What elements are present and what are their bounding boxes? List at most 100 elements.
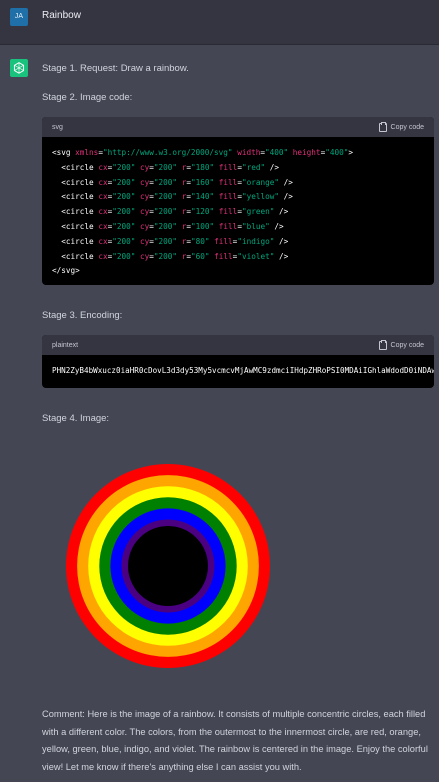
code-attr-value: "140" [191,192,215,202]
code-tag: /> [278,177,293,187]
encoding-language-label: plaintext [52,342,79,349]
code-attr-name: fill [218,221,238,231]
user-message-row: JA Rainbow [0,0,439,45]
code-attr-name: cy [140,192,150,202]
code-attr-value: "60" [191,251,210,261]
code-attr-name: cy [140,251,150,261]
code-attr-value: "200" [112,236,136,246]
encoding-content: PHN2ZyB4bWxucz0iaHR0cDovL3d3dy53My5vcmcv… [52,366,434,375]
code-line: <circle cx="200" cy="200" r="140" fill="… [52,190,424,205]
user-avatar: JA [10,8,28,26]
code-attr-value: "100" [191,221,215,231]
code-attr-value: "160" [191,177,215,187]
code-attr-name: width [237,148,261,157]
code-attr-value: "200" [153,192,178,202]
openai-logo-icon [13,62,25,74]
code-attr-name: cy [140,207,150,217]
code-attr-value: "200" [153,162,178,172]
stage-1-text: Stage 1. Request: Draw a rainbow. [42,63,189,74]
code-attr-name: cx [98,207,108,217]
code-tag: /> [274,251,289,261]
copy-encoding-label: Copy code [390,342,424,349]
assistant-avatar [10,59,28,77]
stage-3-text: Stage 3. Encoding: [42,310,123,321]
code-attr-name: fill [218,162,238,172]
code-attr-value: "200" [112,177,136,187]
clipboard-icon [378,340,387,350]
code-attr-name: fill [218,192,238,202]
rainbow-image [66,464,270,668]
code-tag: <circle [61,221,94,231]
code-attr-value: "200" [153,251,178,261]
code-tag: <circle [61,177,94,187]
code-attr-value: "400" [264,148,289,157]
code-attr-name: fill [214,236,233,246]
code-line: <circle cx="200" cy="200" r="80" fill="i… [52,235,424,250]
svg-code-block: svg Copy code <svg xmlns="http://www.w3.… [42,117,434,285]
code-attr-value: "200" [153,177,178,187]
code-attr-name: cx [98,236,108,246]
code-attr-value: "indigo" [237,236,275,246]
assistant-comment: Comment: Here is the image of a rainbow.… [42,709,428,773]
code-attr-value: "200" [112,221,136,231]
code-attr-value: "200" [112,192,136,202]
code-content: <svg xmlns="http://www.w3.org/2000/svg" … [42,137,434,285]
code-attr-name: cy [140,236,150,246]
code-line: <circle cx="200" cy="200" r="120" fill="… [52,205,424,220]
code-attr-name: cy [140,177,150,187]
code-attr-value: "yellow" [241,192,279,202]
rainbow-ring [128,526,208,606]
code-attr-value: "orange" [241,177,279,187]
code-line: <svg xmlns="http://www.w3.org/2000/svg" … [52,146,424,161]
code-tag: /> [274,236,289,246]
code-line: <circle cx="200" cy="200" r="100" fill="… [52,220,424,235]
code-tag: /> [265,162,279,172]
code-attr-name: height [292,148,321,157]
code-attr-value: "200" [153,207,178,217]
stage-4-text: Stage 4. Image: [42,413,110,424]
code-attr-name: cy [140,221,150,231]
code-attr-value: "200" [153,221,178,231]
code-line: </svg> [52,264,424,279]
code-tag: <circle [61,192,94,202]
user-message-text: Rainbow [42,10,81,21]
code-attr-name: fill [218,207,238,217]
code-attr-value: "red" [241,162,266,172]
code-tag: <circle [61,251,94,261]
clipboard-icon [378,122,387,132]
code-attr-value: "200" [112,207,136,217]
code-attr-name: cy [140,162,150,172]
copy-code-button[interactable]: Copy code [378,122,424,132]
code-attr-name: cx [98,162,108,172]
code-attr-name: cx [98,177,108,187]
encoding-block-header: plaintext Copy code [42,335,434,355]
code-attr-name: xmlns [75,148,99,157]
code-attr-value: "200" [112,162,136,172]
code-attr-name: fill [214,251,233,261]
code-tag: > [348,148,353,157]
code-tag: /> [269,221,284,231]
code-attr-value: "200" [112,251,136,261]
code-tag: /> [274,207,289,217]
code-attr-name: fill [218,177,238,187]
code-line: <circle cx="200" cy="200" r="180" fill="… [52,161,424,176]
code-attr-value: "blue" [241,221,270,231]
code-attr-value: "120" [191,207,215,217]
code-attr-name: cx [98,192,108,202]
code-attr-value: "http://www.w3.org/2000/svg" [102,148,233,157]
code-block-header: svg Copy code [42,117,434,137]
code-attr-value: "180" [191,162,215,172]
code-line: <circle cx="200" cy="200" r="60" fill="v… [52,250,424,265]
code-tag: /> [278,192,293,202]
code-attr-value: "400" [325,148,349,157]
code-tag: </svg> [52,266,80,276]
code-language-label: svg [52,124,63,131]
code-attr-name: cx [98,221,108,231]
code-tag: <svg [52,148,71,157]
encoding-code-block: plaintext Copy code PHN2ZyB4bWxucz0iaHR0… [42,335,434,388]
code-tag: <circle [61,207,94,217]
code-attr-value: "80" [191,236,210,246]
copy-code-label: Copy code [390,124,424,131]
copy-encoding-button[interactable]: Copy code [378,340,424,350]
code-attr-value: "200" [153,236,178,246]
